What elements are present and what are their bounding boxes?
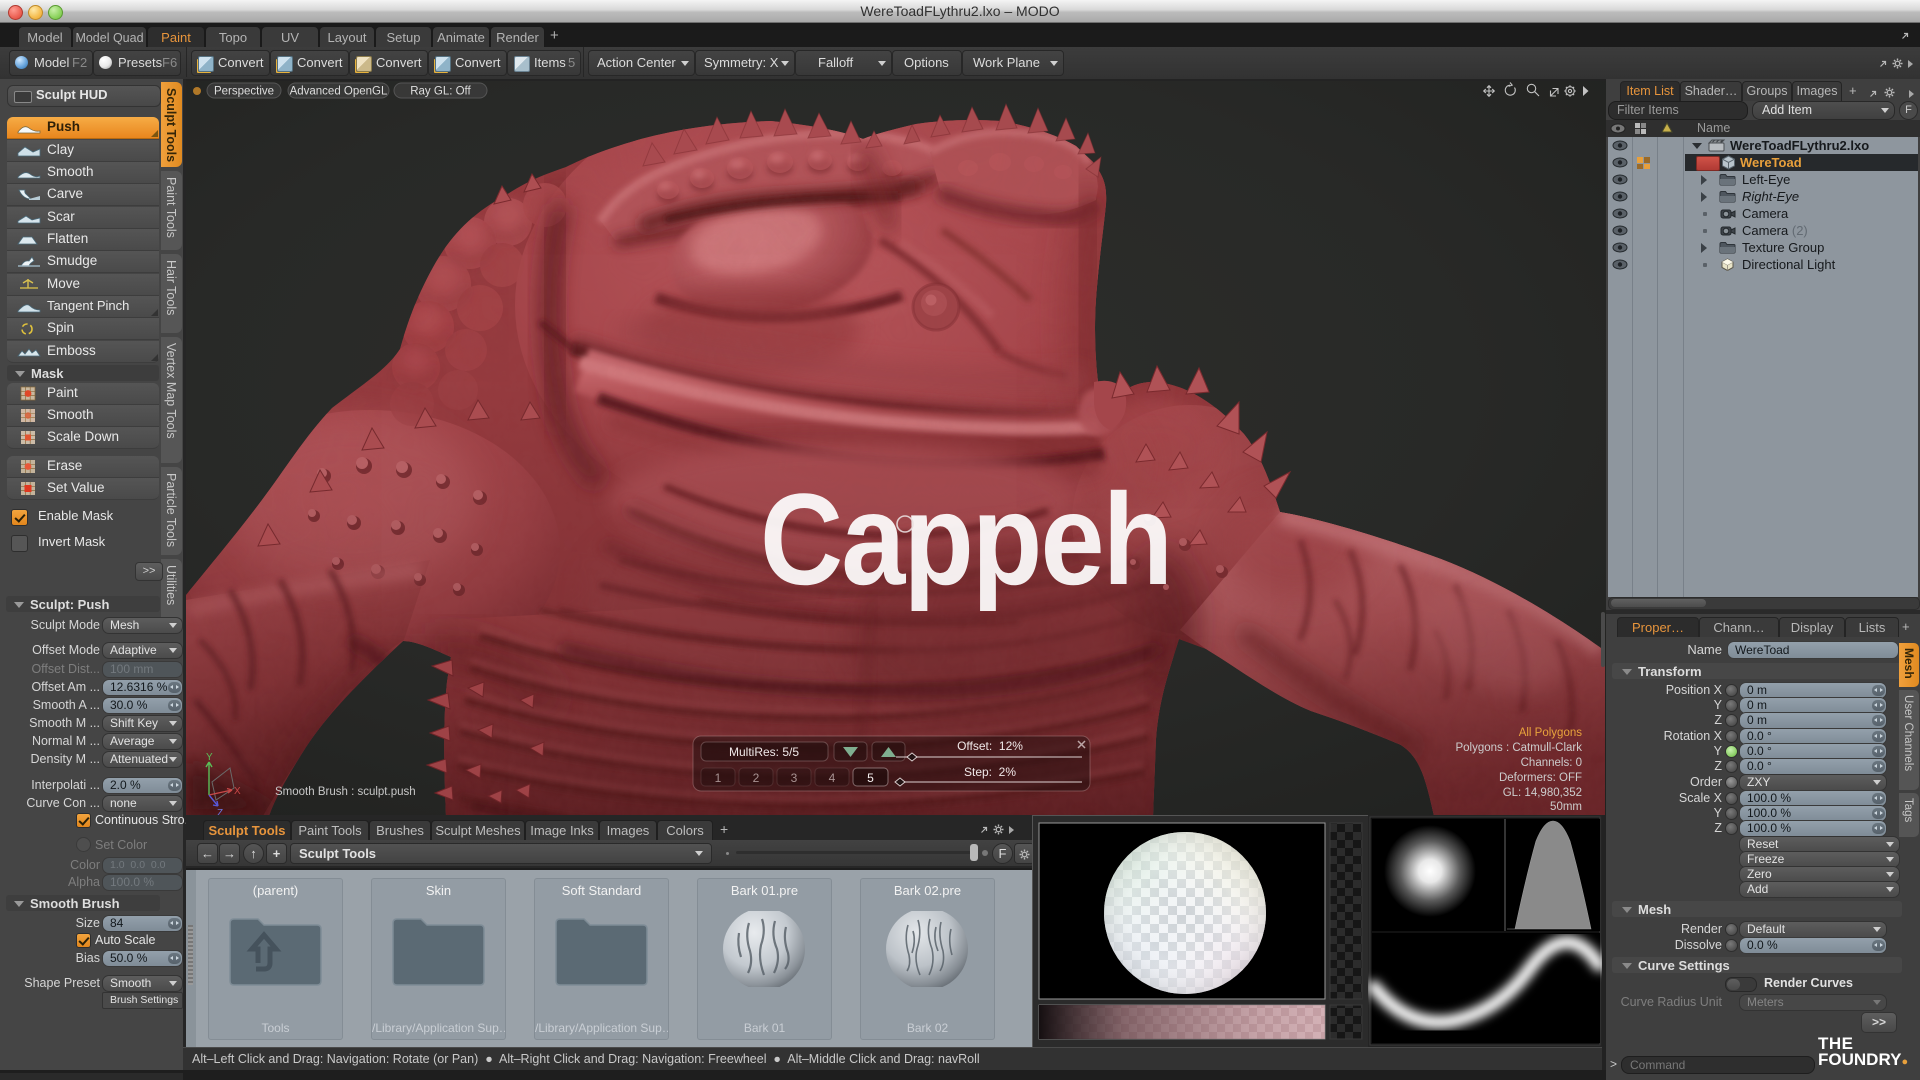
svg-text:MultiRes: 5/5: MultiRes: 5/5 — [729, 745, 799, 759]
svg-text:Channels: 0: Channels: 0 — [1521, 757, 1582, 769]
svg-text:X: X — [234, 786, 241, 797]
svg-text:Step: 2%: Step: 2% — [964, 765, 1016, 779]
svg-text:1: 1 — [715, 771, 722, 785]
svg-text:2: 2 — [753, 771, 760, 785]
svg-text:All Polygons: All Polygons — [1519, 727, 1583, 739]
svg-text:Deformers: OFF: Deformers: OFF — [1499, 772, 1582, 784]
svg-text:Ray GL: Off: Ray GL: Off — [410, 86, 471, 98]
svg-text:Cappeh: Cappeh — [760, 468, 1171, 613]
svg-text:50mm: 50mm — [1550, 801, 1582, 813]
svg-text:5: 5 — [867, 771, 874, 785]
svg-text:GL: 14,980,352: GL: 14,980,352 — [1503, 787, 1582, 799]
svg-text:Advanced OpenGL: Advanced OpenGL — [290, 86, 388, 98]
svg-text:Y: Y — [206, 752, 213, 763]
svg-text:Z: Z — [217, 808, 223, 815]
svg-text:Polygons : Catmull-Clark: Polygons : Catmull-Clark — [1455, 742, 1582, 754]
svg-text:3: 3 — [791, 771, 798, 785]
svg-text:Offset: 12%: Offset: 12% — [957, 739, 1023, 753]
svg-text:Smooth Brush : sculpt.push: Smooth Brush : sculpt.push — [275, 786, 416, 798]
svg-text:Perspective: Perspective — [214, 86, 274, 98]
svg-text:4: 4 — [829, 771, 836, 785]
